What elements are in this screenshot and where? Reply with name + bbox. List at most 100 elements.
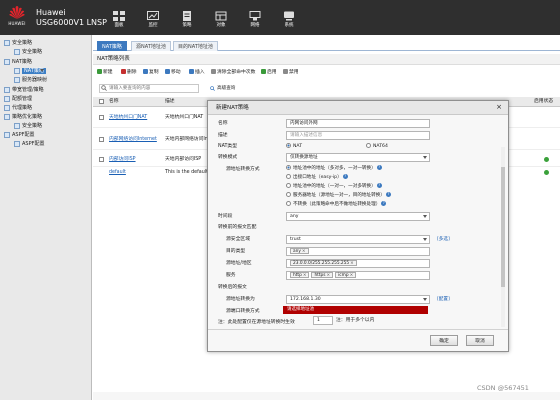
tag-chip[interactable]: icmp× <box>335 272 357 278</box>
delete-button[interactable]: 删除 <box>121 68 137 78</box>
column-header-status[interactable]: 启用状态 <box>534 97 553 107</box>
source-address-tags[interactable]: 23.0.0.0/255.255.255.255× <box>286 259 430 268</box>
enabled-status-icon <box>544 170 549 175</box>
disable-button[interactable]: 禁用 <box>283 68 299 78</box>
search-row: 请输入要查询的内容 高级查询 <box>93 84 560 94</box>
brand-text: HUAWEI <box>8 21 26 26</box>
tag-chip[interactable]: 23.0.0.0/255.255.255.255× <box>290 260 357 266</box>
tab-dest-nat-pool[interactable]: 目的NAT地址池 <box>173 41 218 51</box>
row-checkbox[interactable] <box>99 157 104 162</box>
help-icon[interactable]: ? <box>376 183 382 188</box>
sidebar-item-aspf-group[interactable]: ASPF配置 <box>4 131 35 140</box>
sidebar-item-aspf[interactable]: ASPF配置 <box>14 140 45 149</box>
enable-button[interactable]: 启用 <box>261 68 277 78</box>
description-input[interactable]: 请输入描述信息 <box>286 131 430 140</box>
move-button[interactable]: 移动 <box>165 68 181 78</box>
policy-name-input[interactable]: 内网访问外网 <box>286 119 430 128</box>
column-header-description[interactable]: 描述 <box>165 97 175 107</box>
dialog-title: 新建NAT策略 <box>216 105 249 111</box>
sidebar-item-proxy[interactable]: 代理策略 <box>4 104 32 113</box>
ok-button[interactable]: 确定 <box>430 335 458 346</box>
scrollbar-thumb[interactable] <box>501 167 505 287</box>
help-icon[interactable]: ? <box>376 165 382 170</box>
remove-tag-icon[interactable]: × <box>350 261 354 266</box>
clear-icon <box>211 69 216 74</box>
aspf-icon <box>14 140 20 147</box>
nav-dashboard[interactable]: 面板 <box>104 11 134 28</box>
source-zone-select[interactable]: trust <box>286 235 430 244</box>
search-input[interactable]: 请输入要查询的内容 <box>99 84 199 93</box>
dialog-footer: 确定 取消 <box>208 329 508 351</box>
remove-tag-icon[interactable]: × <box>302 249 306 254</box>
policy-name-link[interactable]: 内部访问ISP <box>109 156 161 164</box>
advanced-search-link[interactable]: 高级查询 <box>209 84 235 93</box>
nat-icon <box>14 67 20 74</box>
tab-source-nat-pool[interactable]: 源NAT地址池 <box>131 41 171 51</box>
nav-object[interactable]: 对象 <box>206 11 236 28</box>
column-header-name[interactable]: 名称 <box>109 97 119 107</box>
source-mode-radio-one-to-one[interactable]: 地址池中的地址（一对一，一对多转换）? <box>286 183 382 191</box>
tag-chip[interactable]: https× <box>311 272 334 278</box>
policy-name-link[interactable]: 天地杭州口门NAT <box>109 114 161 122</box>
help-icon[interactable]: ? <box>385 192 391 197</box>
configure-pool-link[interactable]: [配置] <box>437 295 450 304</box>
nav-network[interactable]: 网络 <box>240 11 270 28</box>
copy-button[interactable]: 复制 <box>143 68 159 78</box>
convert-mode-select[interactable]: 仅转换源地址 <box>286 153 430 162</box>
policy-name-link[interactable]: 内部网络访问Internet <box>109 136 161 144</box>
remove-tag-icon[interactable]: × <box>350 273 354 278</box>
service-tags[interactable]: http× https× icmp× <box>286 271 430 280</box>
tab-nat-policy[interactable]: NAT策略 <box>97 41 127 51</box>
new-button[interactable]: 新建 <box>97 68 113 78</box>
nav-policy[interactable]: 策略 <box>172 11 202 28</box>
row-checkbox[interactable] <box>99 115 104 120</box>
dialog-scrollbar[interactable] <box>501 147 505 327</box>
source-mode-radio-pool[interactable]: 地址池中的地址（多对多，一对一转换）? <box>286 165 382 173</box>
folder-icon <box>4 131 10 138</box>
remove-tag-icon[interactable]: × <box>303 273 307 278</box>
nat-type-label: NAT类型 <box>218 144 238 149</box>
sidebar-item-quota[interactable]: 配额管理 <box>4 95 32 104</box>
sidebar-item-security-policy[interactable]: 安全策略 <box>4 39 32 48</box>
clear-hits-button[interactable]: 清除全部命中次数 <box>211 68 255 78</box>
dashboard-icon <box>113 11 125 21</box>
dest-type-label: 目的类型 <box>226 249 246 254</box>
nat-type-radio-nat64[interactable]: NAT64 <box>366 143 388 151</box>
sidebar-item-server-mapping[interactable]: 服务器映射 <box>14 76 47 85</box>
remove-tag-icon[interactable]: × <box>327 273 331 278</box>
nav-system[interactable]: 系统 <box>274 11 304 28</box>
help-icon[interactable]: ? <box>381 201 387 206</box>
radio-icon <box>366 143 371 148</box>
sidebar-item-security-policy-child[interactable]: 安全策略 <box>14 48 42 57</box>
close-icon[interactable]: × <box>496 103 502 112</box>
source-mode-radio-none[interactable]: 不转换（此策略命中后不做地址转换处理）? <box>286 201 387 209</box>
dest-zone-tags[interactable]: any× <box>286 247 430 256</box>
source-mode-radio-server[interactable]: 服务器地址（源地址一对一，目的地址转换）? <box>286 192 391 200</box>
sidebar-item-nat-policy[interactable]: NAT策略 <box>4 58 32 67</box>
sidebar-item-optimize[interactable]: 策略优化策略 <box>4 113 42 122</box>
error-tooltip: 请选择地址池 <box>283 306 428 314</box>
row-checkbox[interactable] <box>99 137 104 142</box>
tag-chip[interactable]: any× <box>290 248 309 254</box>
nav-label: 监控 <box>148 23 158 28</box>
dialog-header: 新建NAT策略 × <box>208 101 508 115</box>
nat-type-radio-nat[interactable]: NAT <box>286 143 302 151</box>
cancel-button[interactable]: 取消 <box>466 335 494 346</box>
help-icon[interactable]: ? <box>342 174 348 179</box>
sidebar-item-bandwidth[interactable]: 带宽管理/策略 <box>4 86 44 95</box>
multi-select-link[interactable]: [多选] <box>437 235 450 244</box>
nav-monitor[interactable]: 监控 <box>138 11 168 28</box>
port-value-input[interactable]: 1 <box>313 316 333 325</box>
server-icon <box>14 76 20 83</box>
new-nat-policy-dialog: 新建NAT策略 × 名称 内网访问外网 描述 请输入描述信息 NAT类型 NAT… <box>207 100 509 352</box>
copy-icon <box>143 69 148 74</box>
time-range-select[interactable]: any <box>286 212 430 221</box>
address-pool-select[interactable]: 172.168.1.30 <box>286 295 430 304</box>
insert-button[interactable]: 插入 <box>189 68 205 78</box>
select-all-checkbox[interactable] <box>99 99 104 104</box>
sidebar-item-nat-policy-selected[interactable]: NAT策略 <box>14 67 46 76</box>
source-mode-radio-easyip[interactable]: 出接口地址（easy-ip）? <box>286 174 348 182</box>
tag-chip[interactable]: http× <box>290 272 310 278</box>
policy-name-link[interactable]: default <box>109 169 161 177</box>
sidebar-item-sub-security[interactable]: 安全策略 <box>14 122 42 131</box>
